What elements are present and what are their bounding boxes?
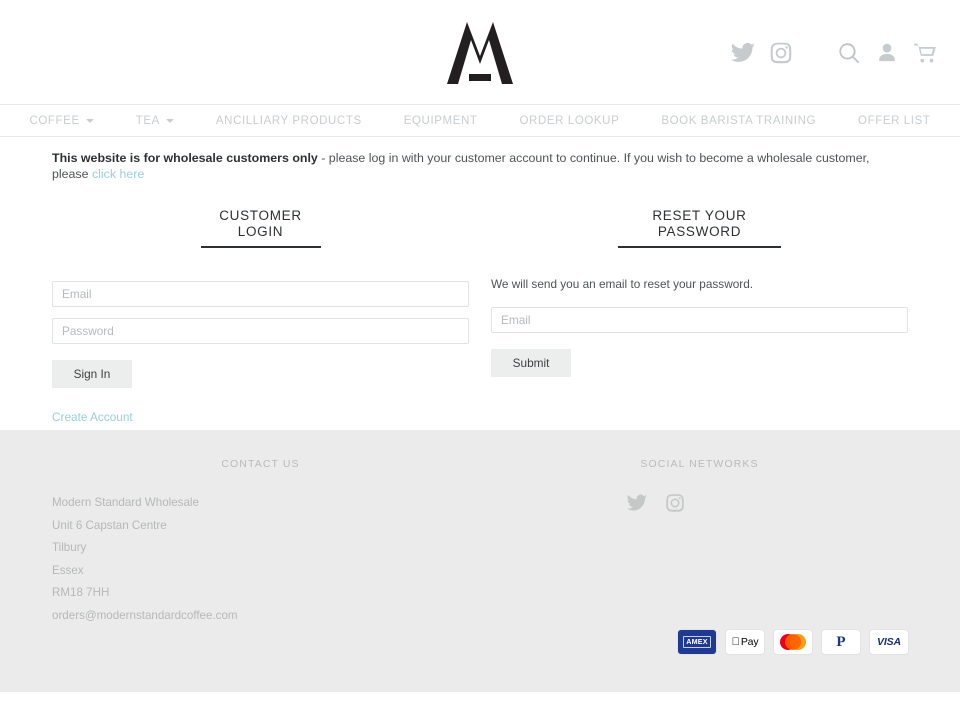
address-line: Unit 6 Capstan Centre: [52, 518, 167, 532]
main-content: CUSTOMER LOGIN Sign In Create Account RE…: [0, 208, 960, 426]
heading-line-2: LOGIN: [237, 223, 284, 239]
heading-underline: [200, 246, 321, 248]
contact-email[interactable]: orders@modernstandardcoffee.com: [52, 605, 469, 628]
header-icon-group: [730, 40, 938, 66]
nav-item-ancilliary-products[interactable]: ANCILLIARY PRODUCTS: [195, 115, 383, 127]
payment-icon-visa: VISA: [870, 630, 908, 654]
nav-item-coffee[interactable]: COFFEE: [8, 115, 114, 127]
nav-item-book-barista-training[interactable]: BOOK BARISTA TRAINING: [640, 115, 837, 127]
nav-item-offer-list[interactable]: OFFER LIST: [837, 115, 951, 127]
nav-item-label: COFFEE: [29, 114, 80, 127]
address-line: Modern Standard Wholesale: [52, 496, 199, 509]
create-account-link[interactable]: Create Account: [52, 410, 133, 424]
mastercard-circles: [780, 634, 806, 650]
nav-item-label: EQUIPMENT: [403, 114, 478, 127]
shopping-cart-icon[interactable]: [912, 40, 938, 66]
footer-social-column: SOCIAL NETWORKS: [491, 458, 908, 514]
amex-label: AMEX: [682, 636, 712, 648]
nav-item-label: ANCILLIARY PRODUCTS: [215, 114, 362, 127]
reset-submit-button[interactable]: Submit: [491, 349, 571, 377]
heading-underline: [618, 246, 781, 248]
contact-us-heading: CONTACT US: [221, 458, 300, 470]
instagram-icon[interactable]: [768, 40, 794, 66]
customer-login-heading: CUSTOMER LOGIN: [52, 208, 469, 246]
heading-line-1: CUSTOMER: [219, 208, 302, 223]
social-networks-heading: SOCIAL NETWORKS: [640, 458, 759, 470]
nav-item-order-lookup[interactable]: ORDER LOOKUP: [499, 115, 641, 127]
mastercard-overlap: [785, 634, 801, 650]
customer-login-panel: CUSTOMER LOGIN Sign In Create Account: [52, 208, 469, 426]
footer-inner: CONTACT US Modern Standard Wholesale Uni…: [0, 430, 960, 692]
site-header: [0, 0, 960, 105]
login-password-input[interactable]: [52, 318, 469, 344]
visa-label: VISA: [876, 636, 902, 648]
apple-pay-mark:  Pay: [732, 636, 759, 648]
address-line: Essex: [52, 563, 84, 577]
payment-methods: AMEX  Pay P: [678, 630, 908, 654]
main-navigation: COFFEE TEA ANCILLIARY PRODUCTS EQUIPMENT…: [0, 105, 960, 137]
chevron-down-icon: [85, 118, 94, 123]
footer-social-icons: [491, 492, 908, 514]
login-email-input[interactable]: [52, 281, 469, 307]
page-root: COFFEE TEA ANCILLIARY PRODUCTS EQUIPMENT…: [0, 0, 960, 720]
wholesale-notice: This website is for wholesale customers …: [0, 137, 960, 182]
address-line: RM18 7HH: [52, 586, 110, 600]
apple-pay-label: Pay: [736, 636, 759, 648]
user-account-icon[interactable]: [874, 40, 900, 66]
instagram-icon[interactable]: [664, 492, 686, 514]
heading-line-2: PASSWORD: [657, 223, 742, 239]
nav-item-label: OFFER LIST: [858, 114, 931, 127]
nav-item-label: ORDER LOOKUP: [519, 114, 620, 127]
reset-password-panel: RESET YOUR PASSWORD We will send you an …: [491, 208, 908, 426]
reset-email-input[interactable]: [491, 307, 908, 333]
search-icon[interactable]: [836, 40, 862, 66]
logo-m-mark: [447, 22, 513, 84]
heading-line-1: RESET YOUR: [652, 208, 747, 223]
nav-item-label: BOOK BARISTA TRAINING: [661, 114, 817, 127]
become-wholesale-customer-link[interactable]: click here: [92, 167, 144, 181]
twitter-icon[interactable]: [626, 492, 648, 514]
footer-contact-column: CONTACT US Modern Standard Wholesale Uni…: [52, 458, 469, 628]
nav-item-tea[interactable]: TEA: [115, 115, 195, 127]
twitter-icon[interactable]: [730, 40, 756, 66]
nav-item-equipment[interactable]: EQUIPMENT: [383, 115, 499, 127]
address-line: Tilbury: [52, 541, 87, 555]
site-footer: CONTACT US Modern Standard Wholesale Uni…: [0, 430, 960, 692]
payment-icon-mastercard: [774, 630, 812, 654]
payment-icon-apple-pay:  Pay: [726, 630, 764, 654]
nav-items: COFFEE TEA ANCILLIARY PRODUCTS EQUIPMENT…: [8, 115, 951, 127]
nav-item-label: TEA: [135, 114, 160, 127]
reset-password-description: We will send you an email to reset your …: [491, 277, 754, 291]
apple-logo-icon: : [732, 636, 740, 648]
payment-icon-paypal: P: [822, 630, 860, 654]
notice-bold-text: This website is for wholesale customers …: [52, 151, 318, 165]
paypal-p-glyph: P: [836, 633, 846, 650]
reset-password-heading: RESET YOUR PASSWORD: [491, 208, 908, 246]
chevron-down-icon: [165, 118, 174, 123]
sign-in-button[interactable]: Sign In: [52, 360, 132, 388]
payment-icon-amex: AMEX: [678, 630, 716, 654]
